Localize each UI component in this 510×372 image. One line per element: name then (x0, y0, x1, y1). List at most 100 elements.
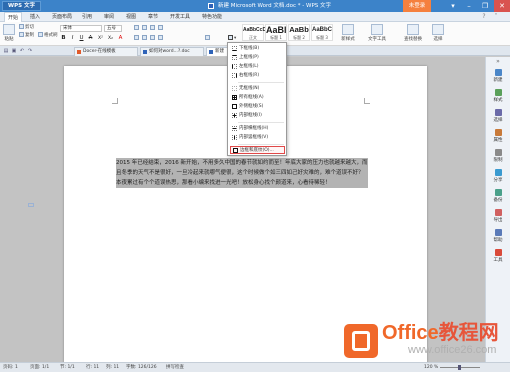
menu-item-no-border[interactable]: 无框线(N) (230, 85, 285, 93)
no-border-icon (232, 86, 237, 91)
sidebar-new-label: 新建 (493, 78, 503, 83)
tab-doc-how-to-label: 如何对word...?.doc (149, 49, 190, 54)
tab-new-document[interactable]: 新建 (206, 47, 228, 56)
select-button[interactable]: 选择 (430, 24, 446, 42)
sidebar-item-export[interactable]: 导出 (486, 207, 510, 225)
underline-button[interactable]: U (78, 35, 85, 42)
sidebar-item-share[interactable]: 分享 (486, 167, 510, 185)
tab-doc-how-to[interactable]: 如何对word...?.doc (140, 47, 204, 56)
menu-item-top-border[interactable]: 上框线(P) (230, 54, 285, 62)
bold-button[interactable]: B (60, 35, 67, 42)
style-heading-2[interactable]: AaBb 标题 2 (288, 24, 310, 41)
menu-item-inside-horizontal-border[interactable]: 内部横框线(H) (230, 125, 285, 133)
maximize-button[interactable]: ❐ (478, 0, 492, 12)
menu-item-inside-vertical-border[interactable]: 内部竖框线(V) (230, 134, 285, 142)
paste-button[interactable]: 粘贴 (2, 24, 16, 42)
menu-tab-page-layout[interactable]: 页面布局 (52, 12, 72, 22)
italic-button[interactable]: I (69, 35, 76, 42)
selected-paragraph[interactable]: 2015 年已经结束，2016 新开始，不用多久中国的春节就如约而至！年底大家的… (116, 158, 368, 188)
font-color-button[interactable]: A (117, 35, 124, 42)
menu-bar: 开始 插入 页面布局 引用 审阅 视图 章节 开发工具 特色功能 ? ˄ (0, 12, 510, 23)
close-button[interactable]: ✕ (494, 0, 510, 12)
sidebar-item-style[interactable]: 样式 (486, 87, 510, 105)
align-left-button[interactable] (134, 35, 140, 42)
menu-tab-insert[interactable]: 插入 (30, 12, 40, 22)
site-watermark: Office教程网 www.office26.com (344, 322, 499, 362)
sidebar-select-label: 选择 (493, 118, 503, 123)
superscript-button[interactable]: X² (97, 35, 104, 42)
sidebar-item-help[interactable]: 帮助 (486, 227, 510, 245)
strikethrough-button[interactable]: A (87, 35, 94, 42)
tab-docer-templates[interactable]: Docer-在线模板 (74, 47, 138, 56)
sidebar-item-new[interactable]: 新建 (486, 67, 510, 85)
style-heading-1[interactable]: AaBl 标题 1 (265, 24, 287, 41)
sidebar-item-properties[interactable]: 属性 (486, 127, 510, 145)
menu-item-bottom-border[interactable]: 下框线(B) (230, 45, 285, 53)
align-center-button[interactable] (142, 35, 148, 42)
inside-vertical-border-icon (232, 135, 237, 140)
menu-tab-review[interactable]: 审阅 (104, 12, 114, 22)
menu-item-inside-borders[interactable]: 内部框线(I) (230, 112, 285, 120)
skin-dropdown-icon[interactable]: ▾ (446, 0, 460, 12)
justify-button[interactable] (158, 35, 164, 42)
help-icon[interactable]: ? (480, 13, 488, 21)
word-doc-icon (143, 50, 147, 54)
zoom-slider-thumb[interactable] (458, 365, 461, 370)
menu-tab-developer[interactable]: 开发工具 (170, 12, 190, 22)
shading-button[interactable] (205, 35, 211, 42)
font-name-select[interactable]: 宋体 (60, 25, 102, 32)
sidebar-item-restrict[interactable]: 限制 (486, 147, 510, 165)
align-right-button[interactable] (150, 35, 156, 42)
style-normal-label: 正文 (249, 35, 257, 40)
tab-docer-label: Docer-在线模板 (83, 49, 116, 54)
new-style-button[interactable]: 新样式 (338, 24, 358, 42)
bottom-border-label: 下框线(B) (239, 46, 260, 51)
docer-icon (77, 50, 81, 54)
style-heading-2-label: 标题 2 (293, 35, 305, 40)
style-heading-3[interactable]: AaBbC 标题 3 (311, 24, 333, 41)
text-tools-button[interactable]: 文字工具 (366, 24, 388, 42)
indent-decrease-button[interactable] (150, 25, 156, 32)
number-list-button[interactable] (142, 25, 148, 32)
sidebar-item-backup[interactable]: 备份 (486, 187, 510, 205)
paragraph-handle-icon[interactable] (28, 203, 34, 207)
cut-button[interactable]: 剪切 (19, 24, 34, 31)
find-replace-button[interactable]: 查找替换 (402, 24, 424, 42)
style-normal[interactable]: AaBbCcDd 正文 (242, 24, 269, 41)
font-size-select[interactable]: 五号 (104, 25, 122, 32)
sidebar-backup-label: 备份 (493, 198, 503, 203)
status-word-count[interactable]: 字数: 126/126 (126, 364, 157, 372)
sidebar-item-tools[interactable]: 工具 (486, 247, 510, 265)
indent-increase-button[interactable] (158, 25, 164, 32)
undo-icon[interactable]: ↶ (19, 48, 25, 54)
sidebar-item-select[interactable]: 选择 (486, 107, 510, 125)
watermark-title: Office教程网 (382, 322, 499, 344)
collapse-ribbon-icon[interactable]: ˄ (492, 13, 500, 21)
menu-item-borders-and-shading[interactable]: 边框和底纹(O)... (230, 146, 285, 154)
menu-tab-references[interactable]: 引用 (82, 12, 92, 22)
sidebar-help-label: 帮助 (493, 238, 503, 243)
menu-item-outside-borders[interactable]: 外侧框线(S) (230, 103, 285, 111)
copy-button[interactable]: 复制 (19, 32, 34, 39)
app-menu-button[interactable]: WPS 文字 (2, 1, 41, 11)
menu-tab-features[interactable]: 特色功能 (202, 12, 222, 22)
minimize-button[interactable]: – (462, 0, 476, 12)
inside-borders-icon (232, 113, 237, 118)
quick-access-icon[interactable]: ▤ (3, 48, 9, 54)
format-painter-button[interactable]: 格式刷 (38, 32, 58, 39)
menu-tab-sections[interactable]: 章节 (148, 12, 158, 22)
menu-item-left-border[interactable]: 左框线(L) (230, 63, 285, 71)
zoom-level[interactable]: 120 % (424, 364, 438, 372)
redo-icon[interactable]: ↷ (27, 48, 33, 54)
login-button[interactable]: 未登录 (403, 0, 431, 12)
borders-dropdown-button[interactable]: ▾ (228, 35, 236, 42)
menu-separator (238, 82, 284, 83)
menu-item-all-borders[interactable]: 所有框线(A) (230, 94, 285, 102)
sidebar-collapse-icon[interactable]: » (492, 59, 504, 65)
subscript-button[interactable]: X₂ (107, 35, 114, 42)
spell-check-toggle[interactable]: 拼写检查 (166, 364, 184, 372)
menu-item-right-border[interactable]: 右框线(R) (230, 72, 285, 80)
menu-tab-view[interactable]: 视图 (126, 12, 136, 22)
bullet-list-button[interactable] (134, 25, 140, 32)
save-icon[interactable]: ▣ (11, 48, 17, 54)
